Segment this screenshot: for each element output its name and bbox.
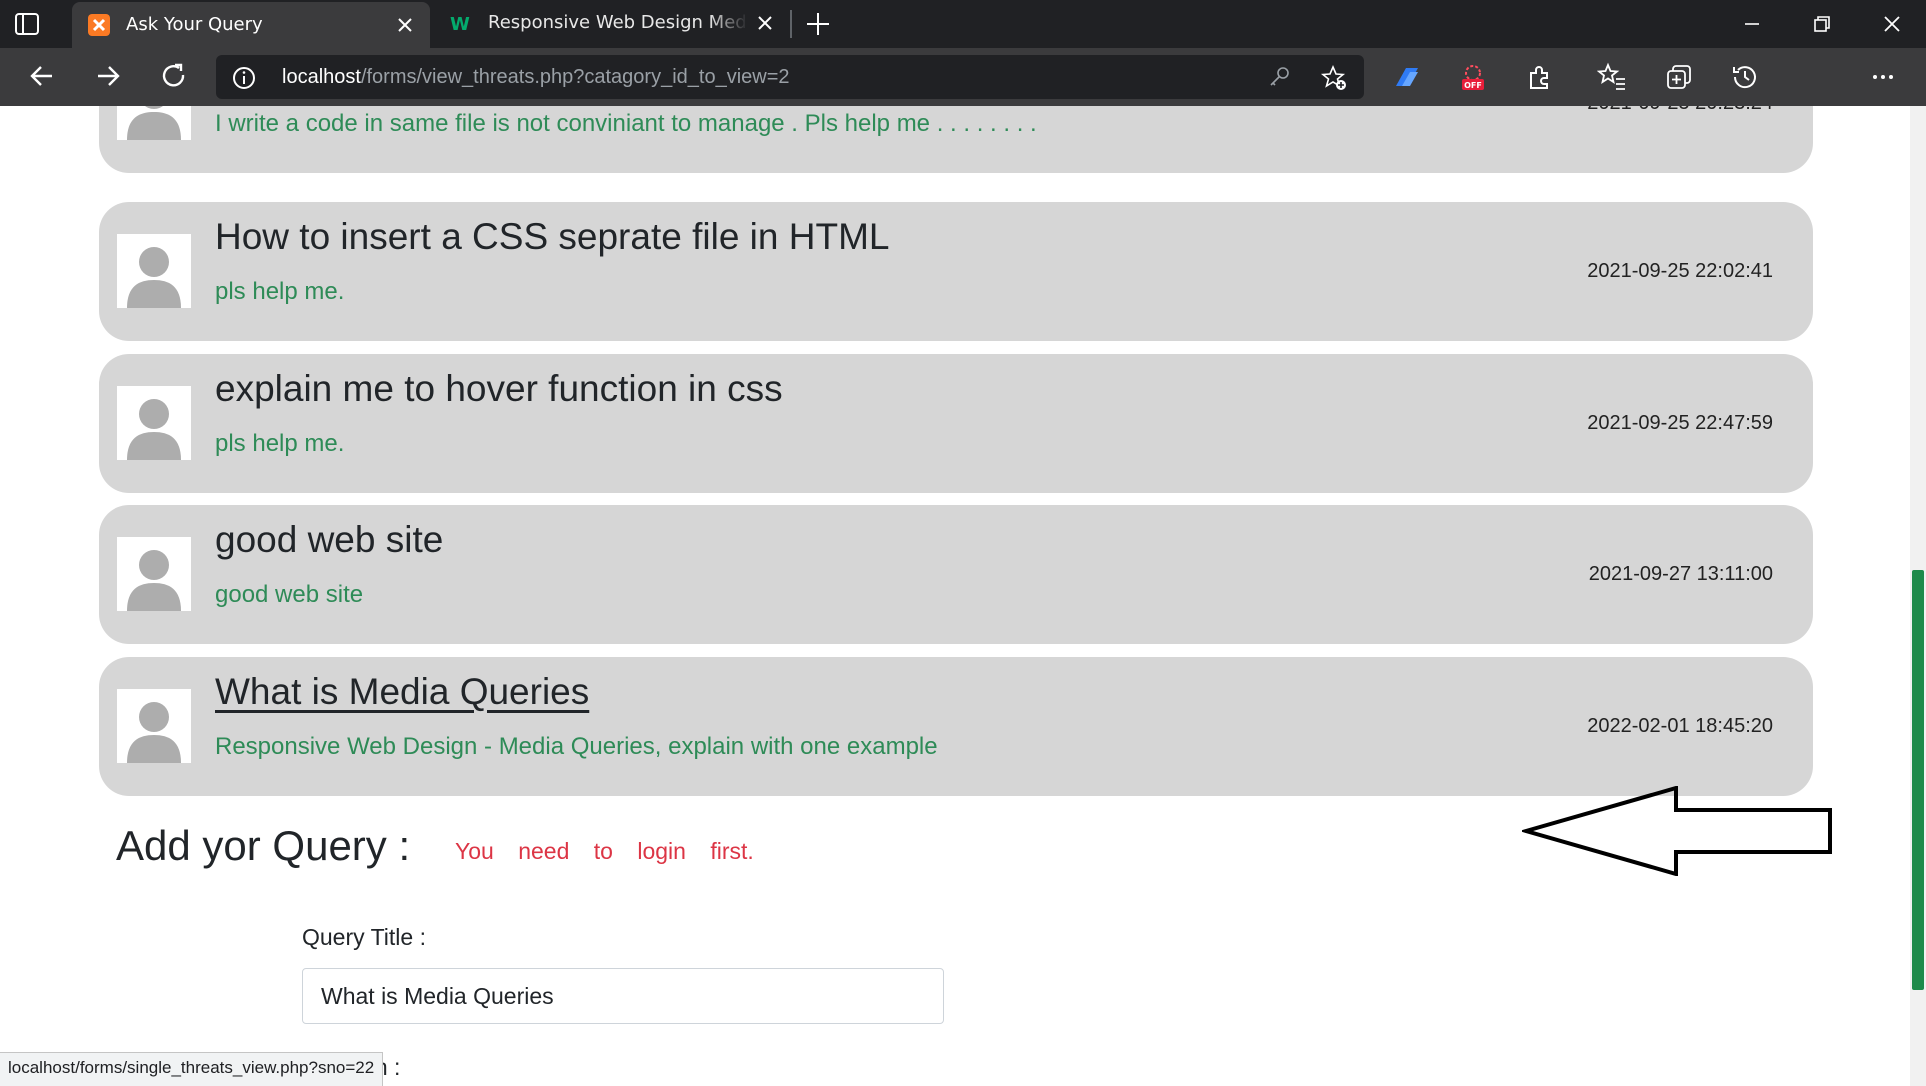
query-card: explain me to hover function in css pls … xyxy=(99,354,1813,493)
url-host: localhost xyxy=(282,66,361,88)
query-description: I write a code in same file is not convi… xyxy=(215,110,1037,137)
favorites-icon[interactable] xyxy=(1597,62,1627,92)
query-title-link[interactable]: What is Media Queries xyxy=(215,671,589,713)
new-tab-icon[interactable] xyxy=(804,10,832,38)
close-window-icon[interactable] xyxy=(1878,10,1906,38)
key-icon[interactable] xyxy=(1268,65,1292,89)
query-timestamp: 2021-09-25 20:23:24 xyxy=(1587,106,1773,115)
query-description: pls help me. xyxy=(215,278,345,305)
adblock-off-icon[interactable]: OFF xyxy=(1458,62,1488,92)
history-icon[interactable] xyxy=(1730,62,1760,92)
browser-toolbar: localhost/forms/view_threats.php?catagor… xyxy=(0,48,1926,143)
add-query-heading: Add yor Query : xyxy=(116,822,411,869)
tab-ask-your-query[interactable]: Ask Your Query xyxy=(72,2,430,48)
query-card: I write a code in same file is not convi… xyxy=(99,106,1813,173)
user-avatar-icon xyxy=(117,386,191,460)
url-path: /forms/view_threats.php?catagory_id_to_v… xyxy=(360,66,790,88)
url-text[interactable]: localhost/forms/view_threats.php?catagor… xyxy=(282,66,790,89)
query-title-label: Query Title : xyxy=(302,924,426,950)
query-timestamp: 2021-09-25 22:02:41 xyxy=(1587,260,1773,282)
tab-title: Responsive Web Design Media Q xyxy=(488,12,748,33)
close-icon[interactable] xyxy=(394,14,416,36)
query-title[interactable]: good web site xyxy=(215,519,443,561)
user-avatar-icon xyxy=(117,537,191,611)
query-title[interactable]: explain me to hover function in css xyxy=(215,368,783,410)
minimize-icon[interactable] xyxy=(1738,10,1766,38)
page-scrollbar[interactable] xyxy=(1910,106,1926,1086)
add-favorite-icon[interactable] xyxy=(1320,64,1348,92)
tab-title: Ask Your Query xyxy=(126,14,263,35)
login-required-message: You need to login first. xyxy=(455,838,754,864)
power-automate-icon[interactable] xyxy=(1392,62,1422,92)
site-info-icon[interactable] xyxy=(232,66,256,90)
tab-responsive-web-design[interactable]: W Responsive Web Design Media Q xyxy=(434,0,790,48)
query-title-input[interactable] xyxy=(302,968,944,1024)
collections-icon[interactable] xyxy=(1664,62,1694,92)
status-bar-link-preview: localhost/forms/single_threats_view.php?… xyxy=(0,1052,384,1086)
close-icon[interactable] xyxy=(754,12,776,34)
annotation-arrow-icon xyxy=(1522,786,1832,876)
query-title[interactable]: How to insert a CSS seprate file in HTML xyxy=(215,216,889,258)
reload-icon[interactable] xyxy=(158,60,190,92)
svg-text:OFF: OFF xyxy=(1464,81,1482,90)
user-avatar-icon xyxy=(117,234,191,308)
xampp-icon xyxy=(88,14,110,36)
tab-divider xyxy=(790,10,792,38)
svg-text:W: W xyxy=(450,14,470,34)
query-description: good web site xyxy=(215,581,364,608)
scrollbar-thumb[interactable] xyxy=(1912,570,1924,990)
user-avatar-icon xyxy=(117,106,191,140)
restore-icon[interactable] xyxy=(1808,10,1836,38)
query-description: pls help me. xyxy=(215,430,345,457)
tab-strip: Ask Your Query W Responsive Web Design M… xyxy=(0,0,1926,48)
tab-actions-icon[interactable] xyxy=(14,12,40,36)
query-card: What is Media Queries Responsive Web Des… xyxy=(99,657,1813,796)
w3schools-icon: W xyxy=(450,14,470,34)
query-timestamp: 2021-09-27 13:11:00 xyxy=(1588,563,1773,585)
back-icon[interactable] xyxy=(26,60,58,92)
query-card: How to insert a CSS seprate file in HTML… xyxy=(99,202,1813,341)
address-bar[interactable]: localhost/forms/view_threats.php?catagor… xyxy=(216,55,1364,99)
more-options-icon[interactable] xyxy=(1868,62,1898,92)
query-card: good web site good web site 2021-09-27 1… xyxy=(99,505,1813,644)
forward-icon[interactable] xyxy=(92,60,124,92)
query-timestamp: 2022-02-01 18:45:20 xyxy=(1587,715,1773,737)
query-timestamp: 2021-09-25 22:47:59 xyxy=(1587,412,1773,434)
user-avatar-icon xyxy=(117,689,191,763)
extensions-icon[interactable] xyxy=(1525,62,1555,92)
query-description: Responsive Web Design - Media Queries, e… xyxy=(215,733,938,760)
page-viewport: I write a code in same file is not convi… xyxy=(0,106,1926,1086)
